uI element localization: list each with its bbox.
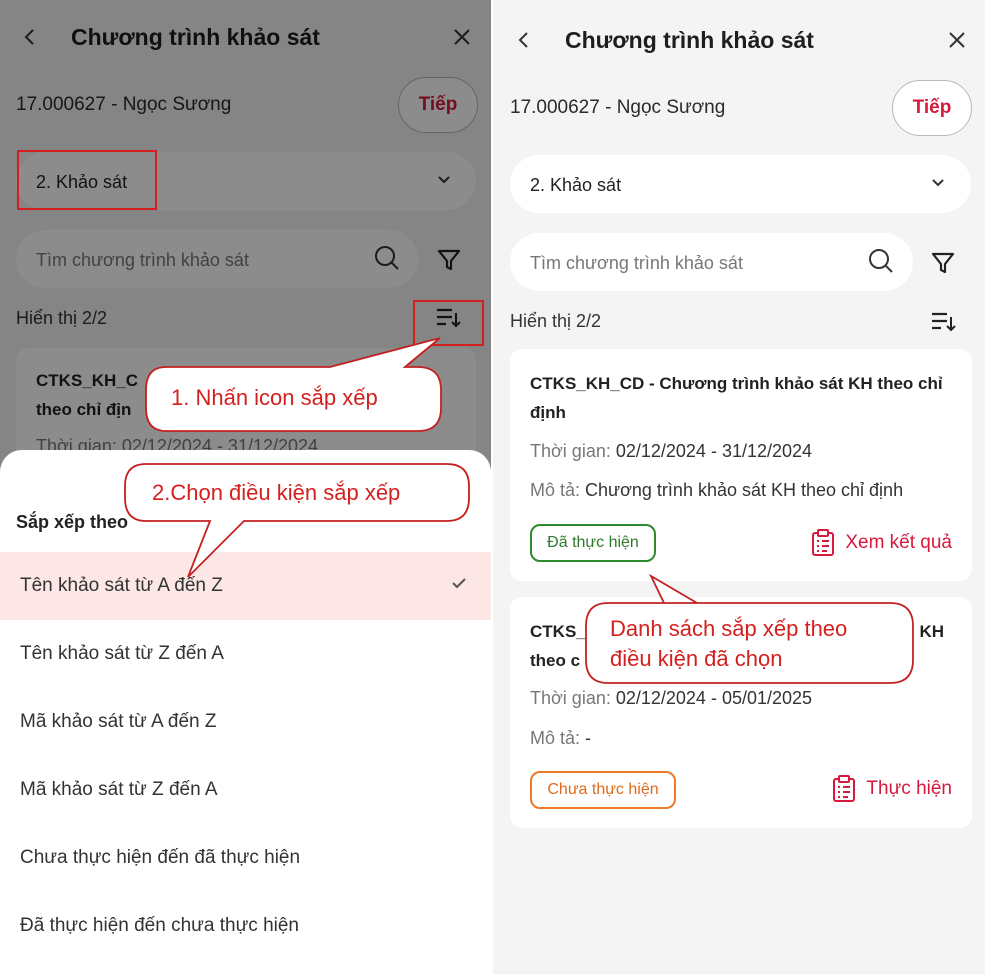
callout-result-text-2: điều kiện đã chọn bbox=[610, 646, 783, 671]
callout-step2-text: 2.Chọn điều kiện sắp xếp bbox=[152, 480, 401, 505]
callout-step1-text: 1. Nhấn icon sắp xếp bbox=[171, 385, 378, 410]
annotation-layer bbox=[124, 337, 914, 684]
callout-result-text-1: Danh sách sắp xếp theo bbox=[610, 616, 848, 641]
